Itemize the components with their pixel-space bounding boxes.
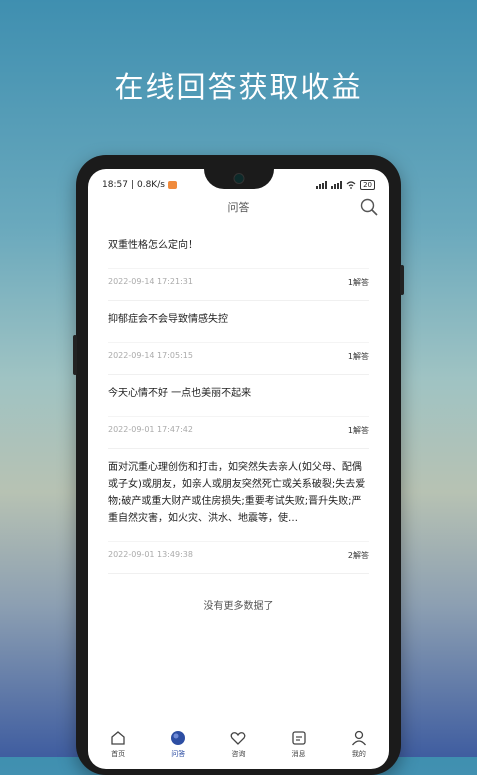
- question-date: 2022-09-14 17:21:31: [108, 277, 193, 286]
- tab-label: 首页: [111, 750, 126, 758]
- tab-label: 我的: [351, 750, 366, 758]
- answer-count: 1解答: [347, 426, 369, 435]
- no-more-data: 没有更多数据了: [203, 601, 274, 612]
- question-item[interactable]: 面对沉重心理创伤和打击，如突然失去亲人(如父母、配偶或子女)或朋友，如亲人或朋友…: [108, 449, 369, 574]
- question-title: 面对沉重心理创伤和打击，如突然失去亲人(如父母、配偶或子女)或朋友，如亲人或朋友…: [108, 462, 366, 524]
- tab-home[interactable]: 首页: [93, 729, 143, 759]
- answer-count: 1解答: [347, 278, 369, 287]
- power-button: [400, 265, 404, 295]
- phone-frame: 18:57 | 0.8K/s 20 问答 双重性格怎么定向！ 2022-09-1…: [73, 155, 404, 775]
- question-date: 2022-09-14 17:05:15: [108, 351, 193, 360]
- question-date: 2022-09-01 17:47:42: [108, 425, 193, 434]
- phone-screen: 18:57 | 0.8K/s 20 问答 双重性格怎么定向！ 2022-09-1…: [88, 169, 389, 769]
- qa-icon: [171, 731, 186, 745]
- question-title: 抑郁症会不会导致情感失控: [108, 314, 228, 325]
- tab-consult[interactable]: 咨询: [213, 729, 263, 759]
- network-speed: 0.8K/s: [136, 180, 165, 190]
- tab-qa[interactable]: 问答: [153, 729, 203, 759]
- message-icon: [292, 731, 306, 745]
- heart-icon: [231, 732, 246, 745]
- page-title: 问答: [227, 201, 250, 214]
- question-item[interactable]: 今天心情不好 一点也美丽不起来 2022-09-01 17:47:42 1解答: [108, 375, 369, 449]
- wifi-icon: [346, 181, 356, 189]
- battery-icon: 20: [360, 180, 375, 190]
- user-icon: [351, 730, 366, 746]
- header: 问答: [88, 197, 389, 221]
- tab-label: 消息: [291, 750, 306, 758]
- signal-icon: [316, 181, 328, 189]
- notification-badge-icon: [167, 181, 177, 189]
- headline: 在线回答获取收益: [114, 70, 363, 104]
- question-item[interactable]: 双重性格怎么定向！ 2022-09-14 17:21:31 1解答: [108, 227, 369, 301]
- question-date: 2022-09-01 13:49:38: [108, 550, 193, 559]
- volume-button: [73, 335, 77, 375]
- tab-bar: 首页 问答 咨询 消息 我的: [88, 721, 389, 759]
- question-title: 双重性格怎么定向！: [108, 240, 198, 251]
- tab-message[interactable]: 消息: [274, 729, 324, 759]
- question-list: 双重性格怎么定向！ 2022-09-14 17:21:31 1解答 抑郁症会不会…: [108, 227, 369, 574]
- question-item[interactable]: 抑郁症会不会导致情感失控 2022-09-14 17:05:15 1解答: [108, 301, 369, 375]
- status-bar: 18:57 | 0.8K/s 20: [102, 178, 375, 192]
- tab-label: 咨询: [231, 750, 246, 758]
- answer-count: 1解答: [347, 352, 369, 361]
- search-icon[interactable]: [359, 197, 379, 217]
- home-icon: [111, 731, 125, 745]
- tab-label: 问答: [171, 750, 186, 758]
- question-title: 今天心情不好 一点也美丽不起来: [108, 388, 252, 399]
- tab-profile[interactable]: 我的: [334, 729, 384, 759]
- status-time: 18:57: [102, 180, 128, 190]
- answer-count: 2解答: [347, 551, 369, 560]
- signal-icon-2: [331, 181, 343, 189]
